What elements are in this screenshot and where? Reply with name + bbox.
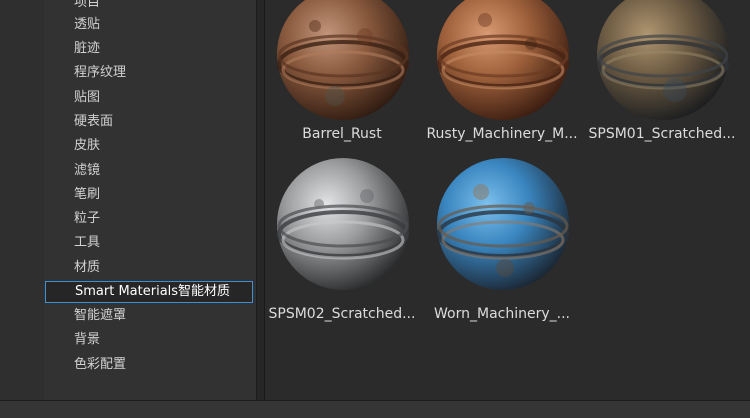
left-strip <box>0 0 45 400</box>
sidebar-item-brushes[interactable]: 笔刷 <box>44 184 254 206</box>
material-name: Rusty_Machinery_M... <box>426 126 578 142</box>
sidebar-item-textures[interactable]: 贴图 <box>44 87 254 109</box>
shelf-category-sidebar: 项目 透贴 脏迹 程序纹理 贴图 硬表面 皮肤 滤镜 笔刷 粒子 工具 材质 S… <box>44 0 257 400</box>
material-tile-worn-machinery[interactable]: Worn_Machinery_... <box>425 150 579 322</box>
material-tile-spsm01[interactable]: SPSM01_Scratched... <box>585 0 739 170</box>
worn-blue-machinery-sphere-icon <box>437 158 569 290</box>
material-tile-barrel-rust[interactable]: Barrel_Rust <box>265 0 419 170</box>
sidebar-item-grunges[interactable]: 脏迹 <box>44 38 254 60</box>
material-name: SPSM02_Scratched... <box>268 306 416 322</box>
material-name: Worn_Machinery_... <box>434 306 570 322</box>
material-name: Barrel_Rust <box>302 126 382 142</box>
sidebar-item-procedurals[interactable]: 程序纹理 <box>44 62 254 84</box>
sidebar-item-particles[interactable]: 粒子 <box>44 208 254 230</box>
material-tile-spsm02[interactable]: SPSM02_Scratched... <box>265 150 419 322</box>
bottom-status-bar <box>0 400 750 418</box>
rusty-barrel-sphere-icon <box>277 0 409 120</box>
scratched-metal-sphere-icon <box>597 0 729 120</box>
sidebar-item-environments[interactable]: 背景 <box>44 329 254 351</box>
sidebar-item-color-profiles[interactable]: 色彩配置 <box>44 354 254 376</box>
material-tile-rusty-machinery[interactable]: Rusty_Machinery_M... <box>425 0 579 170</box>
sidebar-item-skin[interactable]: 皮肤 <box>44 135 254 157</box>
rusty-machinery-sphere-icon <box>437 0 569 120</box>
sidebar-item-alphas[interactable]: 透贴 <box>44 14 254 36</box>
sidebar-item-tools[interactable]: 工具 <box>44 232 254 254</box>
sidebar-item-smart-masks[interactable]: 智能遮罩 <box>44 305 254 327</box>
shelf-window: 项目 透贴 脏迹 程序纹理 贴图 硬表面 皮肤 滤镜 笔刷 粒子 工具 材质 S… <box>0 0 750 418</box>
sidebar-item-materials[interactable]: 材质 <box>44 257 254 279</box>
material-name: SPSM01_Scratched... <box>588 126 736 142</box>
sidebar-item-hard-surfaces[interactable]: 硬表面 <box>44 111 254 133</box>
sidebar-item-filters[interactable]: 滤镜 <box>44 160 254 182</box>
sidebar-item-project[interactable]: 项目 <box>44 0 254 14</box>
scratched-silver-sphere-icon <box>277 158 409 290</box>
panel-splitter[interactable] <box>257 0 265 400</box>
sidebar-item-smart-materials[interactable]: Smart Materials智能材质 <box>45 281 253 303</box>
material-grid: Barrel_Rust Rusty_Machinery_M... SPSM01_… <box>265 0 750 400</box>
